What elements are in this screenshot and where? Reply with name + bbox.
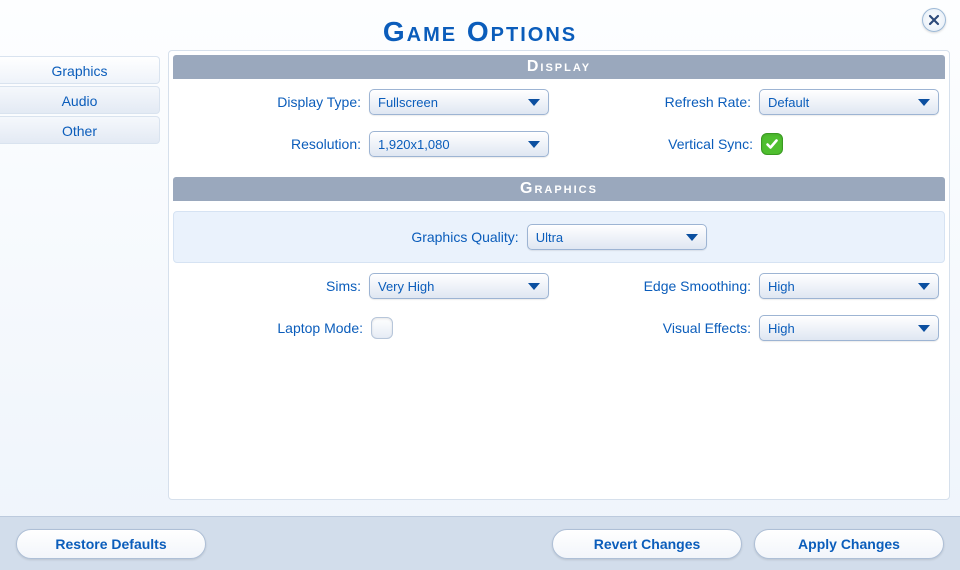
- label-refresh-rate: Refresh Rate:: [665, 94, 751, 110]
- graphics-quality-panel: Graphics Quality: Ultra: [173, 211, 945, 263]
- label-edge-smoothing: Edge Smoothing:: [644, 278, 751, 294]
- select-display-type-value: Fullscreen: [378, 95, 438, 110]
- label-resolution: Resolution:: [291, 136, 361, 152]
- chevron-down-icon: [918, 99, 930, 106]
- tab-graphics[interactable]: Graphics: [0, 56, 160, 84]
- select-edge-smoothing[interactable]: High: [759, 273, 939, 299]
- footer: Restore Defaults Revert Changes Apply Ch…: [0, 516, 960, 570]
- select-refresh-rate[interactable]: Default: [759, 89, 939, 115]
- label-visual-effects: Visual Effects:: [663, 320, 751, 336]
- select-graphics-quality[interactable]: Ultra: [527, 224, 707, 250]
- label-display-type: Display Type:: [277, 94, 361, 110]
- sidebar: Graphics Audio Other: [0, 50, 160, 500]
- tab-other[interactable]: Other: [0, 116, 160, 144]
- label-sims: Sims:: [326, 278, 361, 294]
- select-edge-smoothing-value: High: [768, 279, 795, 294]
- chevron-down-icon: [528, 99, 540, 106]
- select-graphics-quality-value: Ultra: [536, 230, 563, 245]
- restore-defaults-button[interactable]: Restore Defaults: [16, 529, 206, 559]
- select-sims-value: Very High: [378, 279, 434, 294]
- checkbox-vertical-sync[interactable]: [761, 133, 783, 155]
- main-panel: Display Display Type: Fullscreen Refresh…: [168, 50, 950, 500]
- select-sims[interactable]: Very High: [369, 273, 549, 299]
- select-display-type[interactable]: Fullscreen: [369, 89, 549, 115]
- revert-changes-button[interactable]: Revert Changes: [552, 529, 742, 559]
- close-icon: [928, 14, 940, 26]
- chevron-down-icon: [918, 283, 930, 290]
- label-vertical-sync: Vertical Sync:: [668, 136, 753, 152]
- apply-changes-button[interactable]: Apply Changes: [754, 529, 944, 559]
- select-visual-effects-value: High: [768, 321, 795, 336]
- checkbox-laptop-mode[interactable]: [371, 317, 393, 339]
- select-resolution-value: 1,920x1,080: [378, 137, 450, 152]
- graphics-grid: Sims: Very High Edge Smoothing: High Lap…: [169, 273, 949, 357]
- label-graphics-quality: Graphics Quality:: [411, 229, 518, 245]
- select-resolution[interactable]: 1,920x1,080: [369, 131, 549, 157]
- select-refresh-rate-value: Default: [768, 95, 809, 110]
- page-title: Game Options: [0, 0, 960, 50]
- check-icon: [765, 137, 779, 151]
- select-visual-effects[interactable]: High: [759, 315, 939, 341]
- label-laptop-mode: Laptop Mode:: [277, 320, 363, 336]
- section-header-display: Display: [173, 55, 945, 79]
- display-grid: Display Type: Fullscreen Refresh Rate: D…: [169, 89, 949, 173]
- close-button[interactable]: [922, 8, 946, 32]
- chevron-down-icon: [686, 234, 698, 241]
- chevron-down-icon: [528, 141, 540, 148]
- chevron-down-icon: [528, 283, 540, 290]
- chevron-down-icon: [918, 325, 930, 332]
- section-header-graphics: Graphics: [173, 177, 945, 201]
- tab-audio[interactable]: Audio: [0, 86, 160, 114]
